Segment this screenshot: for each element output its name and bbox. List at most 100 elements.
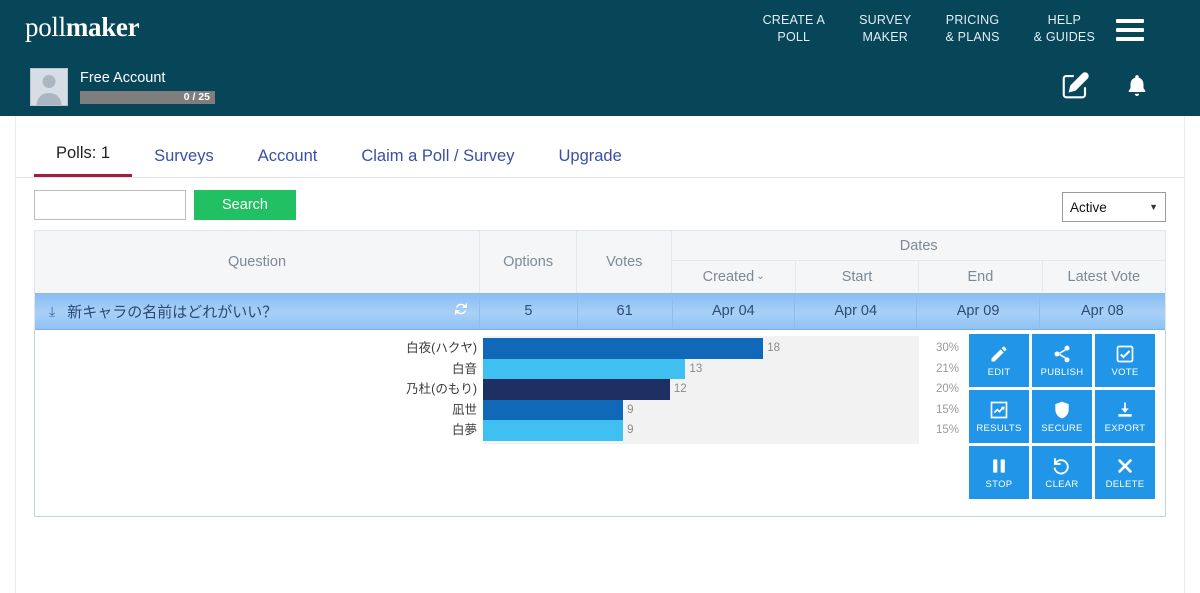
table-row[interactable]: ⤓ 新キャラの名前はどれがいい？ 5 61 Apr 04 Apr 04 Apr … [35, 293, 1165, 330]
search-input[interactable] [34, 190, 186, 220]
nav-pricing-plans-line2: & PLANS [945, 30, 1000, 44]
column-header-latest-vote-label: Latest Vote [1067, 268, 1141, 285]
chart-label: 白夢 [451, 423, 477, 437]
quota-progress-bar: 0 / 25 [80, 91, 215, 104]
chart-bar [483, 379, 670, 400]
nav-pricing-plans[interactable]: PRICING & PLANS [928, 12, 1016, 46]
chart-plot-area: 18 13 12 9 9 [483, 336, 919, 444]
avatar-head [42, 75, 56, 88]
results-button-label: RESULTS [976, 422, 1022, 434]
tab-polls-label: Polls: 1 [56, 144, 111, 162]
chart-label: 乃杜(のもり) [406, 382, 477, 396]
account-info: Free Account 0 / 25 [80, 68, 215, 104]
tab-polls[interactable]: Polls: 1 [34, 144, 133, 177]
nav-help-guides[interactable]: HELP & GUIDES [1017, 12, 1112, 46]
tab-upgrade[interactable]: Upgrade [536, 147, 643, 177]
nav-pricing-plans-line1: PRICING [945, 13, 1000, 27]
poll-question-text: 新キャラの名前はどれがいい？ [67, 303, 278, 321]
account-block[interactable]: Free Account 0 / 25 [30, 68, 215, 106]
secure-button[interactable]: SECURE [1032, 390, 1092, 443]
poll-end-cell: Apr 09 [917, 293, 1040, 329]
delete-button[interactable]: DELETE [1095, 446, 1155, 499]
poll-detail-panel: 白夜(ハクヤ) 白音 乃杜(のもり) 凪世 白夢 18 13 12 9 9 30… [34, 330, 1166, 517]
user-avatar-icon [30, 68, 68, 106]
nav-create-a-poll[interactable]: CREATE A POLL [746, 12, 843, 46]
hamburger-bar [1116, 28, 1144, 32]
nav-survey-maker[interactable]: SURVEY MAKER [842, 12, 928, 46]
chart-bar-value: 13 [689, 362, 703, 375]
main-tabs: Polls: 1 Surveys Account Claim a Poll / … [16, 116, 1184, 178]
avatar-body [36, 93, 62, 105]
column-header-created[interactable]: Created ⌄ [672, 261, 796, 292]
download-icon [1115, 400, 1135, 420]
column-header-dates-label-wrap: Dates [672, 231, 1165, 261]
chart-bar-value: 9 [627, 424, 634, 436]
chart-bar-row: 9 [483, 399, 919, 420]
status-filter-select[interactable]: Active ▼ [1062, 192, 1166, 222]
delete-button-label: DELETE [1105, 478, 1145, 490]
column-header-question-label: Question [227, 254, 287, 270]
checkbox-checked-icon [1115, 344, 1135, 364]
poll-question-cell[interactable]: ⤓ 新キャラの名前はどれがいい？ [35, 293, 481, 329]
nav-create-a-poll-line2: POLL [777, 30, 811, 44]
column-header-start[interactable]: Start [796, 261, 920, 292]
publish-button-label: PUBLISH [1040, 366, 1084, 378]
hamburger-menu-icon[interactable] [1116, 19, 1144, 41]
table-header-row: Question Options Votes Dates Created ⌄ S… [35, 231, 1165, 293]
publish-button[interactable]: PUBLISH [1032, 334, 1092, 387]
export-button[interactable]: EXPORT [1095, 390, 1155, 443]
poll-votes-cell: 61 [578, 293, 673, 329]
vote-button[interactable]: VOTE [1095, 334, 1155, 387]
column-header-votes[interactable]: Votes [577, 231, 673, 293]
quota-text: 0 / 25 [183, 91, 210, 103]
clear-button-label: CLEAR [1045, 478, 1079, 490]
search-button[interactable]: Search [194, 190, 296, 220]
secure-button-label: SECURE [1041, 422, 1083, 434]
chart-percent: 20% [935, 383, 959, 395]
chart-line-icon [989, 400, 1009, 420]
column-header-votes-label: Votes [606, 254, 643, 270]
edit-button-label: EDIT [987, 366, 1011, 378]
poll-options-cell: 5 [480, 293, 578, 329]
tab-account-label: Account [257, 147, 318, 165]
nav-help-guides-line1: HELP [1047, 13, 1082, 27]
tab-claim-poll-survey[interactable]: Claim a Poll / Survey [339, 147, 536, 177]
column-header-latest-vote[interactable]: Latest Vote [1043, 261, 1165, 292]
chart-label: 白音 [451, 361, 477, 376]
compose-icon[interactable] [1060, 71, 1090, 106]
header-icon-group [1060, 71, 1150, 106]
nav-survey-maker-line2: MAKER [862, 30, 908, 44]
chart-bar-row: 9 [483, 420, 919, 441]
notifications-bell-icon[interactable] [1124, 72, 1150, 105]
hamburger-bar [1116, 37, 1144, 41]
top-navigation: CREATE A POLL SURVEY MAKER PRICING & PLA… [746, 12, 1112, 46]
refresh-icon[interactable] [453, 301, 469, 321]
chart-bar [483, 358, 686, 379]
poll-start-cell: Apr 04 [795, 293, 918, 329]
column-header-end-label: End [967, 268, 994, 285]
column-header-question[interactable]: Question [35, 231, 480, 293]
results-button[interactable]: RESULTS [969, 390, 1029, 443]
poll-action-grid: EDIT PUBLISH VOTE RESULTS SECURE EXPORT … [969, 334, 1155, 499]
chart-bar-row: 18 [483, 338, 919, 359]
column-header-created-label: Created [702, 268, 755, 285]
chart-category-labels: 白夜(ハクヤ) 白音 乃杜(のもり) 凪世 白夢 [395, 336, 483, 444]
brand-logo[interactable]: pollmaker [25, 12, 140, 43]
column-header-options[interactable]: Options [480, 231, 578, 293]
pause-icon [989, 456, 1009, 476]
chevron-double-down-icon[interactable]: ⤓ [49, 304, 55, 318]
status-filter-value: Active [1070, 199, 1107, 215]
chart-percent: 21% [935, 362, 959, 375]
stop-button[interactable]: STOP [969, 446, 1029, 499]
tab-surveys[interactable]: Surveys [132, 147, 236, 177]
search-toolbar: Search Active ▼ [16, 178, 1184, 230]
tab-account[interactable]: Account [236, 147, 340, 177]
chart-bar-value: 9 [627, 403, 634, 416]
chevron-down-icon: ▼ [1149, 202, 1158, 212]
export-button-label: EXPORT [1104, 422, 1146, 434]
clear-button[interactable]: CLEAR [1032, 446, 1092, 499]
tab-surveys-label: Surveys [154, 147, 214, 165]
column-header-end[interactable]: End [919, 261, 1043, 292]
column-header-dates-label: Dates [899, 237, 938, 254]
edit-button[interactable]: EDIT [969, 334, 1029, 387]
